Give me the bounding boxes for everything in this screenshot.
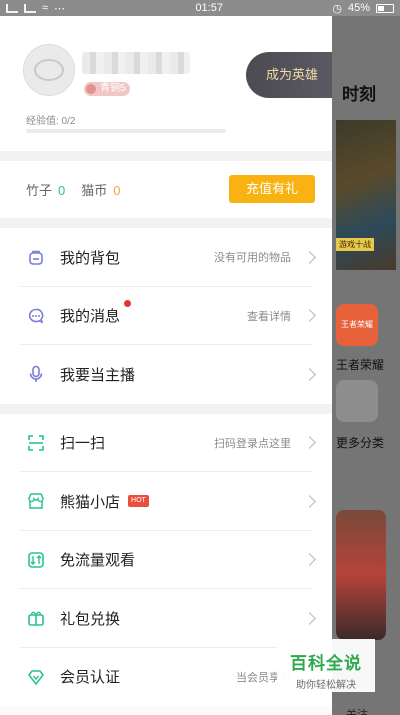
- menu-item-panda-store[interactable]: 熊猫小店 HOT: [0, 472, 332, 531]
- gift-icon: [26, 608, 46, 628]
- menu-label: 我的消息: [60, 308, 121, 326]
- more-status-icon: ⋯: [54, 2, 66, 15]
- menu-item-scan[interactable]: 扫一扫 扫码登录点这里: [0, 414, 332, 472]
- level-badge: 青铜5: [84, 82, 130, 96]
- menu-label: 礼包兑换: [60, 610, 121, 628]
- section-gap: [0, 151, 332, 161]
- menu-label: 扫一扫: [60, 435, 106, 453]
- background-live-card: [336, 510, 386, 640]
- menu-label: 会员认证: [60, 669, 121, 687]
- background-banner: 游戏十战: [336, 120, 396, 270]
- bamboo-value: 0: [58, 183, 66, 198]
- message-icon: [26, 299, 131, 326]
- diamond-icon: [26, 667, 46, 687]
- cat-coin-label: 猫币: [81, 183, 108, 198]
- microphone-icon: [26, 364, 46, 384]
- signal-icon: [6, 3, 18, 13]
- scan-icon: [26, 433, 46, 453]
- menu-item-backpack[interactable]: 我的背包 没有可用的物品: [0, 228, 332, 287]
- watermark: 百科全说 助你轻松解决: [277, 639, 375, 692]
- alarm-icon: ◷: [332, 2, 342, 15]
- menu-label: 免流量观看: [60, 552, 136, 570]
- more-categories-icon: [336, 380, 378, 422]
- store-icon: [26, 491, 46, 511]
- menu-item-messages[interactable]: 我的消息 查看详情: [0, 287, 332, 345]
- experience-label: 经验值: 0/2: [26, 116, 76, 127]
- game-app-label: 王者荣耀: [336, 358, 385, 372]
- chevron-right-icon: [303, 250, 316, 264]
- battery-icon: [376, 3, 394, 13]
- menu-hint: 查看详情: [247, 310, 291, 323]
- background-banner-text: 游戏十战: [336, 238, 374, 251]
- background-section-title: 时刻: [342, 85, 376, 104]
- battery-percent: 45%: [347, 2, 370, 14]
- chevron-right-icon: [303, 553, 316, 567]
- recharge-button[interactable]: 充值有礼: [229, 175, 315, 203]
- menu-label: 我要当主播: [60, 366, 136, 384]
- cat-coin-balance: 猫币 0: [81, 180, 120, 199]
- section-gap-2: [0, 218, 332, 228]
- bamboo-balance: 竹子 0: [26, 180, 65, 199]
- chevron-right-icon: [303, 494, 316, 508]
- wallet-section: 竹子 0 猫币 0 充值有礼: [0, 161, 332, 218]
- menu-item-become-streamer[interactable]: 我要当主播: [0, 345, 332, 404]
- become-hero-button[interactable]: 成为英雄: [246, 52, 332, 98]
- chevron-right-icon: [303, 611, 316, 625]
- username-blurred: [82, 52, 190, 74]
- cat-coin-value: 0: [113, 183, 121, 198]
- more-categories-label: 更多分类: [336, 436, 385, 450]
- status-bar: ≈ ⋯ 01:57 ◷ 45%: [0, 0, 400, 16]
- menu-group-1: 我的背包 没有可用的物品 我的消息 查看详情 我要当主播: [0, 228, 332, 404]
- watermark-subtitle: 助你轻松解决: [296, 680, 356, 691]
- menu-hint: 扫码登录点这里: [214, 437, 291, 450]
- avatar[interactable]: [23, 44, 75, 96]
- side-drawer: 青铜5 成为英雄 经验值: 0/2 竹子 0 猫币 0 充值有礼 我的背包 没有可用…: [0, 16, 332, 715]
- chevron-right-icon: [303, 436, 316, 450]
- chevron-right-icon: [303, 367, 316, 381]
- free-data-icon: [26, 550, 46, 570]
- experience-bar: [26, 129, 226, 133]
- follow-label: 关注: [346, 709, 368, 715]
- watermark-title: 百科全说: [290, 654, 362, 673]
- wifi-icon: ≈: [42, 2, 49, 14]
- chevron-right-icon: [303, 309, 316, 323]
- game-app-icon: 王者荣耀: [336, 304, 378, 346]
- backpack-icon: [26, 247, 46, 267]
- hot-badge: HOT: [128, 495, 149, 508]
- status-time: 01:57: [195, 2, 223, 14]
- profile-section: 青铜5 成为英雄 经验值: 0/2: [0, 16, 332, 151]
- section-gap-3: [0, 403, 332, 414]
- unread-dot: [124, 299, 131, 307]
- background-app[interactable]: 时刻 游戏十战 王者荣耀 王者荣耀 更多分类 关注: [332, 16, 400, 715]
- signal-icon-2: [24, 3, 36, 13]
- menu-item-free-data[interactable]: 免流量观看: [0, 531, 332, 589]
- bamboo-label: 竹子: [26, 183, 53, 198]
- menu-label: 熊猫小店: [60, 493, 121, 511]
- menu-hint: 没有可用的物品: [214, 252, 291, 265]
- menu-label: 我的背包: [60, 249, 121, 267]
